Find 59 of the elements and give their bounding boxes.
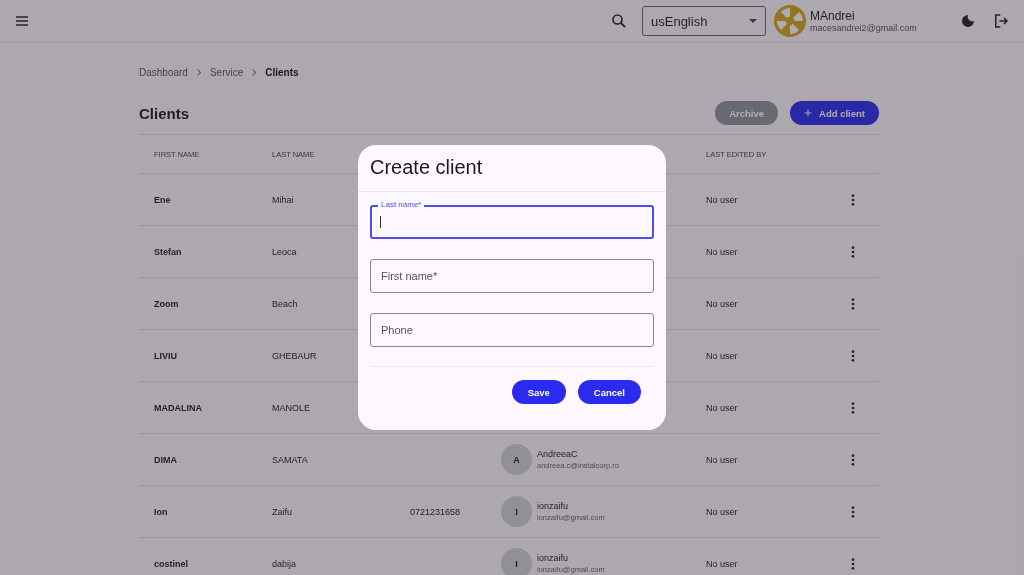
table-cell: Leoca	[272, 246, 297, 257]
table-cell: Ene	[154, 194, 171, 205]
breadcrumb-link[interactable]: Dashboard	[139, 66, 188, 78]
table-cell: Ion	[154, 506, 168, 517]
table-cell: No user	[706, 402, 738, 413]
table-cell: No user	[706, 350, 738, 361]
more-icon[interactable]	[851, 245, 855, 258]
table-cell: dabija	[272, 558, 297, 569]
language-select[interactable]: usEnglish	[642, 6, 766, 36]
table-cell: 0721231658	[410, 506, 461, 517]
search-icon[interactable]	[610, 12, 628, 30]
more-icon[interactable]	[851, 453, 855, 466]
table-cell: No user	[706, 194, 738, 205]
table-cell: costinel	[154, 558, 188, 569]
table-cell: DIMA	[154, 454, 177, 465]
table-cell: Mihai	[272, 194, 294, 205]
add-client-button[interactable]: Add client	[790, 101, 879, 125]
input-field[interactable]: First name*	[370, 259, 654, 293]
user-avatar: A	[501, 444, 532, 475]
dialog-button[interactable]: Cancel	[577, 380, 641, 404]
table-cell: No user	[706, 506, 738, 517]
table-cell: Zoom	[154, 298, 179, 309]
user-email: macesandrei2@gmail.com	[810, 23, 918, 33]
page-title: Clients	[139, 104, 189, 122]
more-icon[interactable]	[851, 349, 855, 362]
breadcrumb-link[interactable]: Service	[209, 66, 244, 78]
user-avatar: I	[501, 496, 532, 527]
moon-icon[interactable]	[960, 12, 976, 30]
user-name: ionzaifu	[537, 553, 570, 563]
user-avatar: I	[501, 548, 532, 575]
dialog-button[interactable]: Save	[511, 380, 566, 404]
table-cell: No user	[706, 246, 738, 257]
table-cell: SAMATA	[272, 454, 308, 465]
plus-icon	[804, 109, 813, 117]
caret-icon	[749, 19, 757, 23]
table-cell: LIVIU	[154, 350, 177, 361]
more-icon[interactable]	[851, 557, 855, 570]
table-cell: Beach	[272, 298, 298, 309]
logout-icon[interactable]	[992, 12, 1010, 30]
table-cell: MANOLE	[272, 402, 310, 413]
avatar-icon	[774, 5, 806, 37]
more-icon[interactable]	[851, 193, 855, 206]
table-cell: No user	[706, 298, 738, 309]
chevron-icon	[195, 67, 202, 77]
table-cell: Zaifu	[272, 506, 292, 517]
table-cell: GHEBAUR	[272, 350, 317, 361]
table-cell: No user	[706, 558, 738, 569]
table-cell: MADALINA	[154, 402, 202, 413]
chevron-icon	[251, 67, 258, 77]
user-name: ionzaifu	[537, 501, 570, 511]
more-icon[interactable]	[851, 401, 855, 414]
table-cell: Stefan	[154, 246, 182, 257]
user-name: AndreeaC	[537, 449, 579, 459]
table-cell: No user	[706, 454, 738, 465]
input-field[interactable]: Phone	[370, 313, 654, 347]
user-name: MAndrei	[810, 9, 856, 23]
more-icon[interactable]	[851, 505, 855, 518]
more-icon[interactable]	[851, 297, 855, 310]
dialog-title: Create client	[358, 145, 666, 192]
